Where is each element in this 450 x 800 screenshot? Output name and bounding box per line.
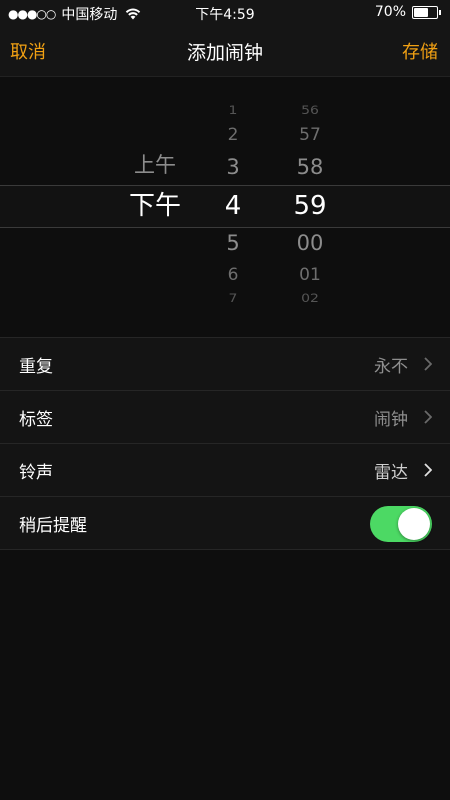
hour-option[interactable]: 2 — [228, 127, 239, 144]
toggle-knob — [398, 508, 430, 540]
repeat-value: 永不 — [374, 357, 408, 377]
label-value: 闹钟 — [374, 410, 408, 430]
sound-value: 雷达 — [374, 463, 408, 483]
label-row[interactable]: 标签 闹钟 — [0, 391, 450, 444]
status-bar: ●●●○○ 中国移动 下午4:59 70% — [0, 0, 450, 26]
minute-option[interactable]: 57 — [299, 127, 321, 144]
minute-option[interactable]: 01 — [299, 267, 321, 284]
battery-icon — [412, 5, 441, 19]
minute-option[interactable]: 56 — [301, 105, 319, 116]
status-right: 70% — [374, 4, 441, 20]
chevron-right-icon — [424, 357, 432, 371]
page-title: 添加闹钟 — [186, 42, 263, 64]
sound-row[interactable]: 铃声 雷达 — [0, 444, 450, 497]
repeat-row[interactable]: 重复 永不 — [0, 338, 450, 391]
minute-option[interactable]: 58 — [297, 157, 324, 178]
time-picker[interactable]: 上午 下午 1 2 3 4 5 6 7 56 57 58 59 00 01 02 — [0, 77, 450, 338]
battery-fill — [414, 7, 428, 17]
label-label: 标签 — [19, 410, 53, 430]
hour-option[interactable]: 1 — [229, 105, 238, 116]
hour-option[interactable]: 7 — [229, 293, 238, 304]
snooze-row: 稍后提醒 — [0, 497, 450, 550]
repeat-label: 重复 — [19, 357, 53, 377]
alarm-settings-list: 重复 永不 标签 闹钟 铃声 雷达 稍后提醒 — [0, 337, 450, 550]
navigation-bar: 取消 添加闹钟 存储 — [0, 26, 450, 77]
snooze-label: 稍后提醒 — [19, 516, 87, 536]
chevron-right-icon — [424, 410, 432, 424]
ampm-option-am[interactable]: 上午 — [134, 155, 176, 176]
minute-option-selected[interactable]: 59 — [293, 193, 326, 219]
hour-option-selected[interactable]: 4 — [225, 193, 242, 219]
hour-option[interactable]: 5 — [226, 233, 239, 254]
save-button[interactable]: 存储 — [402, 38, 438, 64]
ampm-option-pm-selected[interactable]: 下午 — [129, 193, 181, 219]
minute-option[interactable]: 00 — [297, 233, 324, 254]
battery-tip — [439, 9, 441, 15]
minute-option[interactable]: 02 — [301, 293, 319, 304]
sound-label: 铃声 — [19, 463, 53, 483]
chevron-right-icon — [424, 463, 432, 477]
snooze-toggle[interactable] — [370, 506, 432, 542]
hour-option[interactable]: 6 — [228, 267, 239, 284]
hour-option[interactable]: 3 — [226, 157, 239, 178]
battery-percentage: 70% — [374, 4, 406, 20]
